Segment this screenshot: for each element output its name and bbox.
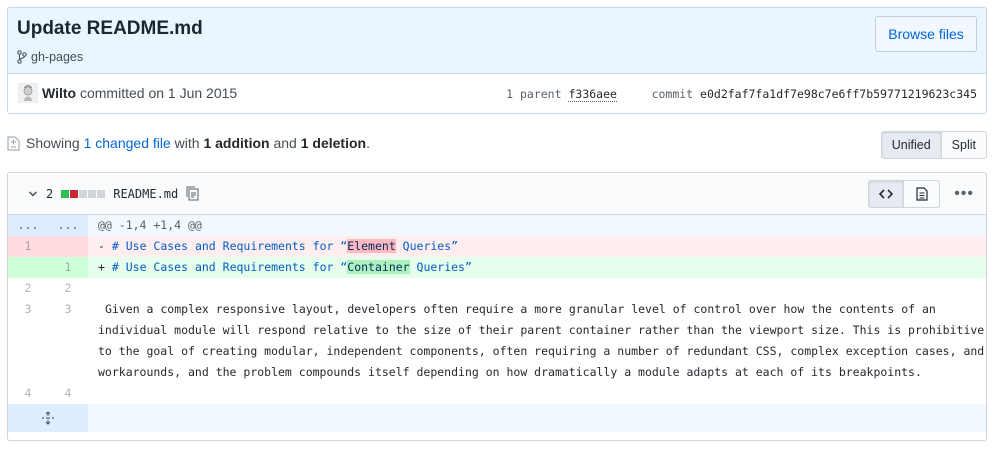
diff-summary: Showing 1 changed file with 1 addition a… [7,135,370,151]
and-label: and [273,135,297,151]
old-line-number[interactable]: 4 [8,383,48,404]
deleted-line-row: 1 - # Use Cases and Requirements for “El… [8,236,986,257]
old-line-number[interactable]: 3 [8,299,48,383]
context-line-row: 4 4 [8,383,986,404]
old-line-number[interactable]: 2 [8,278,48,299]
diff-sign: - [98,239,105,253]
changed-files-link[interactable]: 1 changed file [84,135,171,151]
new-line-number [48,236,88,257]
branch-info: gh-pages [17,50,83,64]
new-line-number[interactable]: 3 [48,299,88,383]
new-line-number[interactable]: 2 [48,278,88,299]
source-diff-button[interactable] [868,180,905,208]
commit-title: Update README.md [17,18,203,39]
author-name[interactable]: Wilto [42,85,76,101]
deleted-word: Element [347,239,396,253]
commit-meta: Wilto committed on 1 Jun 2015 1 parent f… [8,74,986,113]
file-name[interactable]: README.md [113,187,178,201]
diffstat-block-del [70,189,79,198]
diffstat-block-add [61,189,70,198]
diffstat-block-neutral [88,189,97,198]
new-line-number[interactable]: 4 [48,383,88,404]
diffstat-block-neutral [97,189,106,198]
split-button[interactable]: Split [941,131,987,159]
author-line: Wilto committed on 1 Jun 2015 [42,85,237,101]
context-line-code [88,278,986,299]
browse-files-button[interactable]: Browse files [875,16,977,52]
line-text-prefix: # Use Cases and Requirements for “ [111,260,348,274]
unified-button[interactable]: Unified [880,131,942,159]
added-line-code: + # Use Cases and Requirements for “Cont… [88,257,986,278]
showing-label: Showing [26,135,80,151]
period: . [366,135,370,151]
rich-diff-button[interactable] [904,180,941,208]
old-line-number [8,257,48,278]
expand-row [8,404,986,432]
file-diff-icon[interactable] [7,136,20,151]
avatar[interactable] [18,83,38,103]
line-text-suffix: Queries” [395,239,459,253]
diffstat-block-neutral [79,189,88,198]
committed-date: committed on 1 Jun 2015 [79,85,238,101]
file-header: 2 README.md ••• [8,173,986,215]
paragraph-text: Given a complex responsive layout, devel… [98,302,985,379]
git-branch-icon [17,50,27,64]
diff-summary-bar: Showing 1 changed file with 1 addition a… [7,131,987,159]
chevron-down-icon[interactable] [28,189,38,199]
commit-sha: e0d2faf7fa1df7e98c7e6ff7b59771219623c345 [700,87,977,101]
expand-row-fill [88,404,986,432]
file-info: 2 README.md [28,186,199,201]
context-line-code [88,383,986,404]
new-line-number[interactable]: 1 [48,257,88,278]
deleted-line-code: - # Use Cases and Requirements for “Elem… [88,236,986,257]
deletions-count: 1 deletion [300,135,367,151]
diff-view-toggle: Unified Split [880,131,987,159]
change-count: 2 [46,186,54,201]
clipboard-icon[interactable] [186,186,199,201]
branch-name[interactable]: gh-pages [31,50,83,64]
context-line-code: Given a complex responsive layout, devel… [88,299,986,383]
hunk-header-row: ... ... @@ -1,4 +1,4 @@ [8,215,986,236]
context-line-row: 3 3 Given a complex responsive layout, d… [8,299,986,383]
with-label: with [174,135,200,151]
file-actions: ••• [868,180,974,208]
hunk-expand-right[interactable]: ... [48,215,88,236]
hunk-expand-left[interactable]: ... [8,215,48,236]
old-line-number[interactable]: 1 [8,236,48,257]
unfold-icon [42,411,54,425]
commit-title-bar: Update README.md gh-pages Browse files [8,8,986,74]
parent-label: 1 parent [506,87,562,101]
expand-button[interactable] [8,404,88,432]
added-word: Container [347,260,410,274]
context-line-row: 2 2 [8,278,986,299]
kebab-horizontal-icon[interactable]: ••• [954,185,974,203]
commit-header: Update README.md gh-pages Browse files W… [7,7,987,114]
code-view-icon [879,189,894,199]
hunk-header: @@ -1,4 +1,4 @@ [88,215,986,236]
additions-count: 1 addition [203,135,270,151]
file-diff: 2 README.md ••• ... ... @@ -1,4 +1,4 @@ … [7,172,987,441]
line-text-suffix: Queries” [409,260,472,274]
added-line-row: 1 + # Use Cases and Requirements for “Co… [8,257,986,278]
diffstat [61,189,106,198]
parent-sha-link[interactable]: f336aee [568,87,617,102]
rich-diff-icon [916,187,928,201]
commit-label: commit [651,87,694,101]
line-text-prefix: # Use Cases and Requirements for “ [111,239,348,253]
sha-info: 1 parent f336aee commit e0d2faf7fa1df7e9… [506,87,977,102]
diff-sign: + [98,260,105,274]
diff-table: ... ... @@ -1,4 +1,4 @@ 1 - # Use Cases … [8,215,986,432]
